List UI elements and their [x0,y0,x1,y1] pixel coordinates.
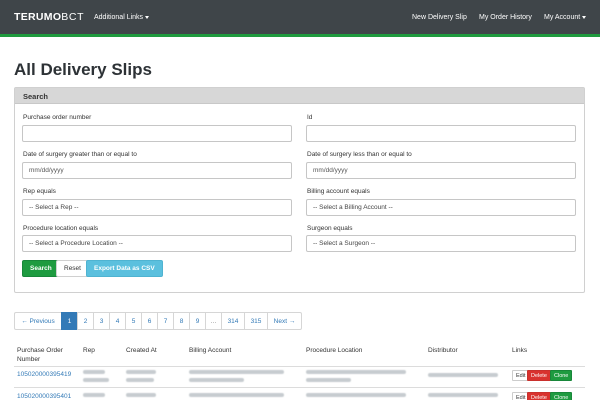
redacted-created-at [126,378,154,382]
surgery-date-lte-input[interactable]: mm/dd/yyyy [306,162,576,179]
my-order-history-link[interactable]: My Order History [479,14,532,21]
search-panel-heading: Search [15,88,584,104]
clone-button[interactable]: Clone [550,370,573,381]
id-label: Id [307,114,313,121]
table-header-divider [14,366,585,367]
delete-button[interactable]: Delete [527,392,551,400]
my-account-label: My Account [544,14,581,21]
surgery-date-lte-label: Date of surgery less than or equal to [307,151,412,158]
additional-links-dropdown[interactable]: Additional Links [94,14,150,21]
reset-button[interactable]: Reset [56,260,89,277]
chevron-down-icon [145,15,150,19]
header-purchase-order: Purchase Order Number [17,347,63,363]
purchase-order-label: Purchase order number [23,114,92,121]
pagination-ellipsis: … [205,312,222,330]
page-315[interactable]: 315 [244,312,268,330]
header-procedure-location: Procedure Location [306,347,363,354]
table-row-divider [14,387,585,388]
header-links: Links [512,347,528,354]
redacted-created-at [126,393,156,397]
redacted-procedure-location [306,378,351,382]
redacted-created-at [126,370,156,374]
redacted-rep [83,393,105,397]
header-distributor: Distributor [428,347,458,354]
page-4[interactable]: 4 [109,312,126,330]
brand-logo[interactable]: TERUMOBCT [14,11,84,23]
page-9[interactable]: 9 [189,312,206,330]
page-8[interactable]: 8 [173,312,190,330]
redacted-rep [83,378,109,382]
billing-account-select[interactable]: -- Select a Billing Account -- [306,199,576,216]
redacted-billing-account [189,370,284,374]
export-csv-button[interactable]: Export Data as CSV [86,260,163,277]
pagination: ← Previous 1 2 3 4 5 6 7 8 9 … 314 315 N… [14,312,302,330]
redacted-procedure-location [306,370,406,374]
rep-label: Rep equals [23,188,56,195]
header-rep: Rep [83,347,95,354]
brand-sub: BCT [61,11,85,23]
redacted-billing-account [189,378,244,382]
redacted-rep [83,370,105,374]
surgery-date-gte-input[interactable]: mm/dd/yyyy [22,162,292,179]
chevron-down-icon [582,15,587,19]
purchase-order-input[interactable] [22,125,292,142]
page-2[interactable]: 2 [77,312,94,330]
page-1[interactable]: 1 [61,312,78,330]
pagination-next[interactable]: Next → [267,312,302,330]
procedure-location-select[interactable]: -- Select a Procedure Location -- [22,235,292,252]
surgery-date-gte-label: Date of surgery greater than or equal to [23,151,137,158]
brand-main: TERUMO [14,11,62,23]
page-6[interactable]: 6 [141,312,158,330]
pagination-previous[interactable]: ← Previous [14,312,62,330]
page-314[interactable]: 314 [221,312,245,330]
id-input[interactable] [306,125,576,142]
new-delivery-slip-link[interactable]: New Delivery Slip [412,14,467,21]
purchase-order-link[interactable]: 105020000395401 [17,393,71,400]
purchase-order-link[interactable]: 105020000395419 [17,371,71,378]
page-3[interactable]: 3 [93,312,110,330]
additional-links-label: Additional Links [94,14,144,21]
billing-account-label: Billing account equals [307,188,370,195]
my-account-dropdown[interactable]: My Account [544,14,587,21]
search-button[interactable]: Search [22,260,60,277]
procedure-location-label: Procedure location equals [23,225,99,232]
redacted-distributor [428,373,498,377]
page-7[interactable]: 7 [157,312,174,330]
surgeon-select[interactable]: -- Select a Surgeon -- [306,235,576,252]
rep-select[interactable]: -- Select a Rep -- [22,199,292,216]
surgeon-label: Surgeon equals [307,225,353,232]
page-5[interactable]: 5 [125,312,142,330]
header-billing-account: Billing Account [189,347,232,354]
redacted-distributor [428,393,498,397]
delete-button[interactable]: Delete [527,370,551,381]
header-created-at: Created At [126,347,157,354]
top-navbar: TERUMOBCT Additional Links New Delivery … [0,0,600,37]
clone-button[interactable]: Clone [550,392,573,400]
redacted-procedure-location [306,393,406,397]
page-title: All Delivery Slips [14,60,152,79]
redacted-billing-account [189,393,284,397]
